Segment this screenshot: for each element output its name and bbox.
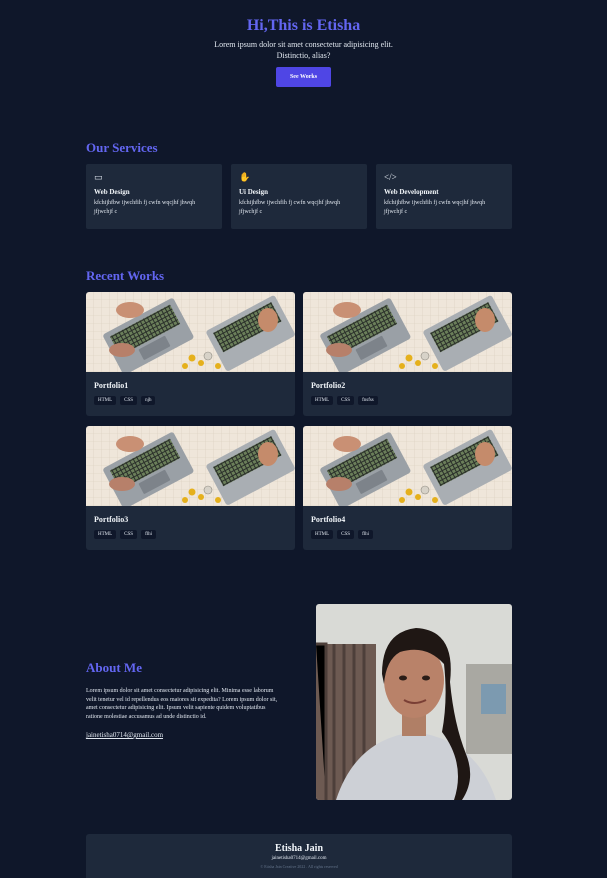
works-title: Recent Works	[86, 268, 165, 283]
tag: HTML	[94, 530, 117, 539]
service-card-web-development[interactable]: </> Web Development kfchijhfbw ijwchfih …	[376, 164, 512, 229]
portfolio-name: Portfolio3	[94, 515, 129, 524]
service-description: kfchijhfbw ijwchfih fj cwfn wqcjhf jhwqh…	[239, 200, 341, 215]
hand-icon: ✋	[239, 172, 251, 182]
footer-copyright: © Etisha Jain Creative 2022 . All rights…	[260, 864, 338, 869]
profile-photo	[316, 604, 512, 800]
portfolio-card[interactable]: Portfolio2 HTML CSS fnsfss	[303, 292, 512, 416]
hero-subtitle-line1: Lorem ipsum dolor sit amet consectetur a…	[214, 40, 393, 49]
footer-email[interactable]: jainetisha0714@gmail.com	[86, 856, 512, 861]
tag: fnsfss	[358, 396, 378, 405]
portfolio-image	[303, 292, 512, 372]
tag: njh	[141, 396, 156, 405]
portfolio-image	[303, 426, 512, 506]
hero-title: Hi,This is Etisha	[246, 17, 361, 34]
tag: flhi	[358, 530, 374, 539]
tag: CSS	[120, 396, 138, 405]
services-title: Our Services	[86, 140, 158, 155]
tag: HTML	[311, 396, 334, 405]
tag-list: HTML CSS fnsfss	[303, 390, 512, 405]
service-description: kfchijhfbw ijwchfih fj cwfn wqcjhf jhwqh…	[94, 200, 196, 215]
tag: flhi	[141, 530, 157, 539]
tag-list: HTML CSS flhi	[86, 524, 295, 539]
service-name: Ui Design	[239, 188, 268, 196]
works-grid: Portfolio1 HTML CSS njh Portfolio2 HTML …	[86, 292, 512, 550]
portfolio-card[interactable]: Portfolio3 HTML CSS flhi	[86, 426, 295, 550]
service-card-web-design[interactable]: ▭ Web Design kfchijhfbw ijwchfih fj cwfn…	[86, 164, 222, 229]
tag: CSS	[337, 396, 355, 405]
service-description: kfchijhfbw ijwchfih fj cwfn wqcjhf jhwqh…	[384, 200, 486, 215]
tag: CSS	[120, 530, 138, 539]
portfolio-image	[86, 426, 295, 506]
code-icon: </>	[384, 172, 397, 182]
tag: HTML	[94, 396, 117, 405]
tag-list: HTML CSS njh	[86, 390, 295, 405]
tag: HTML	[311, 530, 334, 539]
portfolio-name: Portfolio1	[94, 381, 129, 390]
service-card-ui-design[interactable]: ✋ Ui Design kfchijhfbw ijwchfih fj cwfn …	[231, 164, 367, 229]
hero-section: Hi,This is Etisha Lorem ipsum dolor sit …	[0, 0, 607, 87]
see-works-button[interactable]: See Works	[275, 67, 332, 87]
tag: CSS	[337, 530, 355, 539]
portfolio-name: Portfolio4	[311, 515, 346, 524]
footer: Etisha Jain jainetisha0714@gmail.com © E…	[86, 834, 512, 878]
hero-subtitle-line2: Distinctio, alias?	[276, 51, 331, 60]
footer-name: Etisha Jain	[274, 843, 324, 854]
portfolio-image	[86, 292, 295, 372]
browser-icon: ▭	[94, 172, 103, 182]
portfolio-card[interactable]: Portfolio1 HTML CSS njh	[86, 292, 295, 416]
service-name: Web Design	[94, 188, 130, 196]
service-name: Web Development	[384, 188, 439, 196]
about-title: About Me	[86, 660, 142, 675]
portfolio-card[interactable]: Portfolio4 HTML CSS flhi	[303, 426, 512, 550]
portfolio-name: Portfolio2	[311, 381, 346, 390]
services-list: ▭ Web Design kfchijhfbw ijwchfih fj cwfn…	[86, 164, 512, 229]
about-email-link[interactable]: jainetisha0714@gmail.com	[86, 731, 163, 739]
tag-list: HTML CSS flhi	[303, 524, 512, 539]
about-text: Lorem ipsum dolor sit amet consectetur a…	[86, 688, 278, 720]
